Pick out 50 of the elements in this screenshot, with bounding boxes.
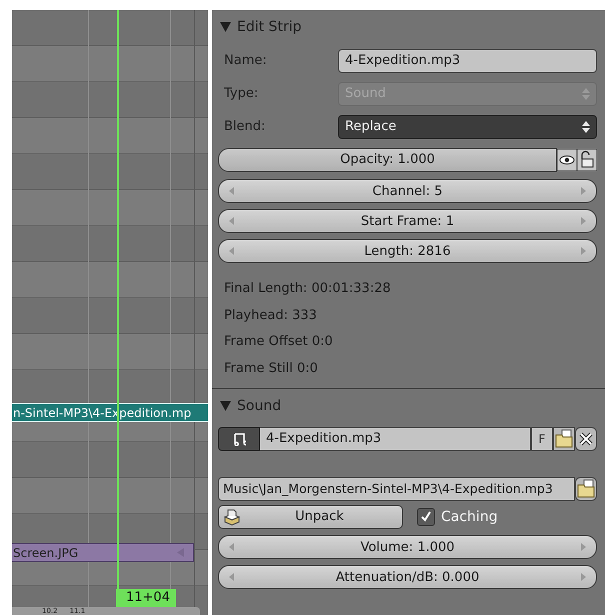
decrement-arrow-icon[interactable] (229, 543, 234, 551)
close-icon[interactable] (575, 427, 597, 451)
eye-icon[interactable] (557, 148, 577, 170)
file-path-field[interactable]: Music\Jan_Morgenstern-Sintel-MP3\4-Expedition.mp3 (218, 477, 575, 501)
info-text: Frame Offset 0:0 (224, 333, 334, 351)
disclosure-triangle-icon[interactable] (220, 401, 231, 411)
image-strip[interactable]: Screen.JPG (12, 543, 194, 562)
caching-checkbox[interactable] (417, 508, 435, 526)
disclosure-triangle-icon[interactable] (220, 22, 231, 32)
increment-arrow-icon[interactable] (581, 217, 586, 225)
info-text: Frame Still 0:0 (224, 360, 319, 378)
decrement-arrow-icon[interactable] (229, 247, 234, 255)
panel-header[interactable]: Edit Strip (218, 10, 597, 44)
playhead-frame-label: 11+04 (116, 589, 176, 607)
sound-strip[interactable]: n-Sintel-MP3\4-Expedition.mp (12, 403, 208, 422)
decrement-arrow-icon[interactable] (229, 573, 234, 581)
music-note-icon[interactable] (218, 427, 260, 451)
increment-arrow-icon[interactable] (581, 247, 586, 255)
info-text: Playhead: 333 (224, 306, 318, 324)
field-label: Blend: (223, 119, 266, 134)
number-field[interactable]: Attenuation/dB: 0.000 (218, 565, 597, 589)
panel-header[interactable]: Sound (218, 389, 597, 423)
decrement-arrow-icon[interactable] (229, 217, 234, 225)
checkmark-icon (420, 510, 432, 522)
field-label: Name: (223, 53, 268, 68)
increment-arrow-icon[interactable] (580, 573, 586, 581)
name-field[interactable]: 4-Expedition.mp3 (338, 48, 597, 72)
number-field[interactable]: Channel: 5 (218, 179, 597, 203)
info-text: Final Length: 00:01:33:28 (224, 280, 392, 298)
folder-icon[interactable] (575, 477, 597, 501)
panel-title: Sound (237, 398, 282, 414)
sound-name-field[interactable]: 4-Expedition.mp3 (260, 427, 531, 451)
decrement-arrow-icon[interactable] (229, 187, 234, 195)
panel-title: Edit Strip (237, 19, 302, 35)
unpack-button[interactable]: Unpack (218, 504, 403, 528)
number-field[interactable]: Start Frame: 1 (218, 209, 597, 233)
opacity-slider[interactable]: Opacity: 1.000 (218, 148, 557, 172)
up-down-arrows-icon[interactable] (582, 120, 590, 132)
checkbox-label: Caching (441, 508, 498, 524)
lock-icon[interactable] (577, 148, 597, 170)
number-field[interactable]: Volume: 1.000 (218, 535, 597, 559)
field-label: Type: (223, 86, 260, 101)
dropdown[interactable]: Replace (338, 114, 597, 138)
playhead-line[interactable] (117, 10, 119, 589)
folder-icon[interactable] (553, 427, 575, 451)
fake-user-button[interactable]: F (531, 427, 553, 451)
number-field[interactable]: Length: 2816 (218, 239, 597, 263)
package-icon (223, 508, 241, 526)
increment-arrow-icon[interactable] (581, 543, 586, 551)
increment-arrow-icon[interactable] (581, 187, 586, 195)
